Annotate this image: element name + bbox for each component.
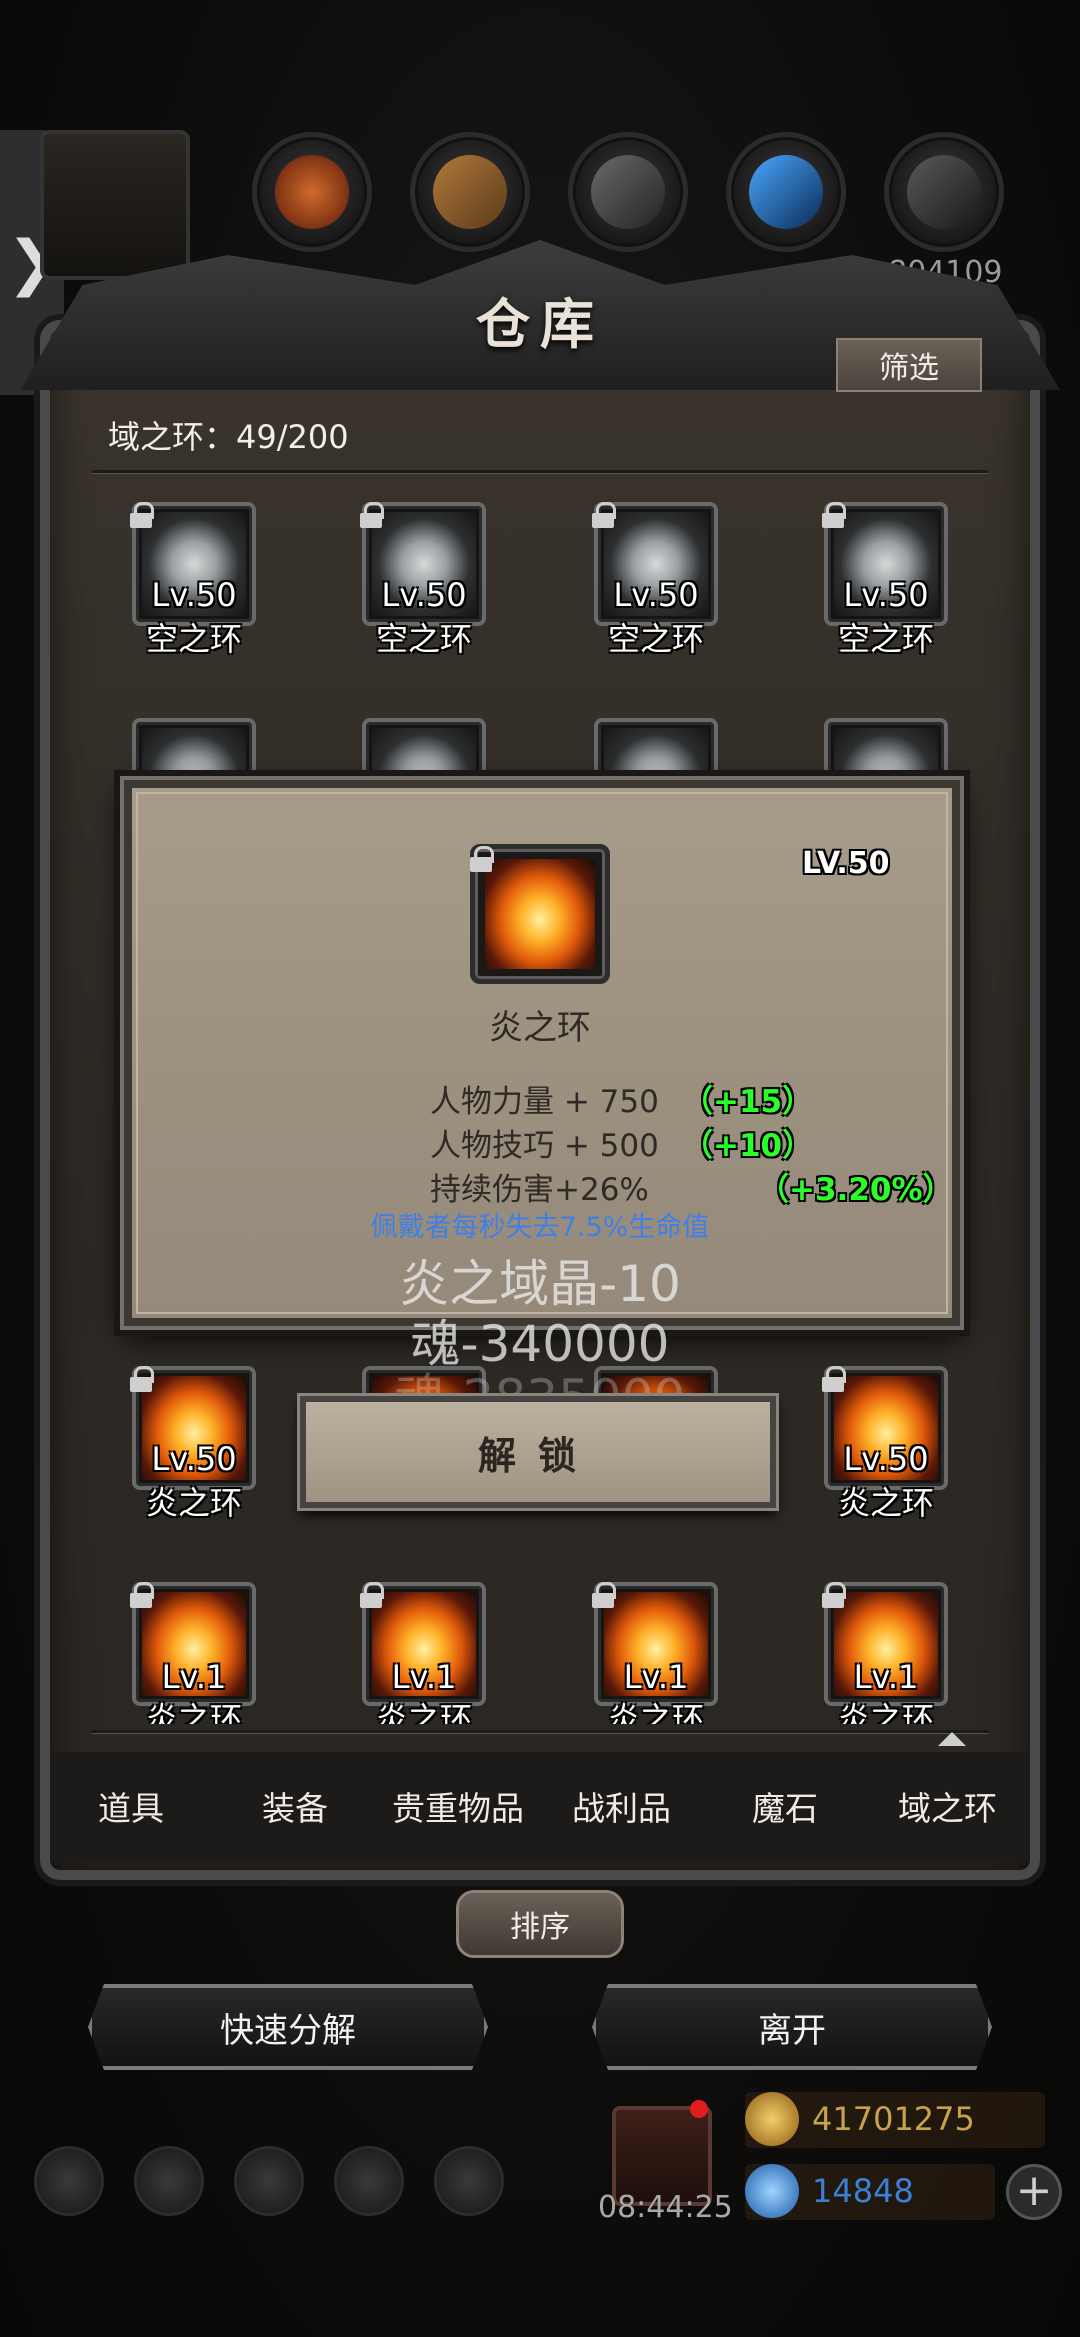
- stat-skill: 人物技巧 + 500: [430, 1128, 659, 1164]
- filter-button[interactable]: 筛选: [836, 338, 982, 392]
- gem-value: 14848: [812, 2172, 914, 2210]
- quick-decompose-button[interactable]: 快速分解: [88, 1984, 488, 2070]
- resource-iron-icon: [568, 132, 688, 252]
- sort-button[interactable]: 排序: [456, 1890, 624, 1958]
- category-tabs: [50, 1752, 1030, 1862]
- lock-icon: [592, 502, 616, 528]
- resource-orb-icon: [252, 132, 372, 252]
- settings-icon[interactable]: [34, 2146, 104, 2216]
- lock-icon: [130, 1582, 154, 1608]
- dialog-item-level: LV.50: [802, 846, 890, 881]
- item-level: Lv.50: [381, 576, 467, 614]
- tab-domain-ring[interactable]: 域之环: [898, 1782, 997, 1830]
- add-currency-button[interactable]: +: [1006, 2164, 1062, 2220]
- tab-equipment[interactable]: 装备: [262, 1782, 328, 1830]
- lock-icon: [592, 1582, 616, 1608]
- item-level: Lv.1: [161, 1658, 227, 1696]
- leave-button[interactable]: 离开: [592, 1984, 992, 2070]
- lock-icon: [360, 502, 384, 528]
- lock-icon: [822, 502, 846, 528]
- item-name: 炎之环: [145, 1700, 242, 1724]
- tab-valuables[interactable]: 贵重物品: [392, 1782, 524, 1830]
- item-name: 炎之环: [837, 1484, 934, 1522]
- dialog-item-name: 炎之环: [489, 1008, 591, 1048]
- item-level: Lv.50: [151, 1440, 237, 1478]
- resource-stone-icon: [884, 132, 1004, 252]
- item-name: 空之环: [375, 620, 472, 658]
- item-name: 空之环: [837, 620, 934, 658]
- mail-icon[interactable]: [334, 2146, 404, 2216]
- guild-icon[interactable]: [234, 2146, 304, 2216]
- resource-wood-icon: [410, 132, 530, 252]
- gem-icon: [745, 2164, 799, 2218]
- item-level: Lv.1: [853, 1658, 919, 1696]
- stat-dot-bonus: （+3.20%）: [758, 1172, 954, 1208]
- stat-strength: 人物力量 + 750: [430, 1084, 659, 1120]
- stat-strength-bonus: （+15）: [682, 1084, 814, 1120]
- tab-loot[interactable]: 战利品: [572, 1782, 671, 1830]
- gold-coin-icon: [745, 2092, 799, 2146]
- item-name: 炎之环: [837, 1700, 934, 1724]
- chevron-up-icon[interactable]: [938, 1732, 966, 1746]
- item-level: Lv.1: [623, 1658, 689, 1696]
- lock-icon: [130, 502, 154, 528]
- item-level: Lv.50: [843, 1440, 929, 1478]
- stat-skill-bonus: （+10）: [682, 1128, 814, 1164]
- menu-icon[interactable]: [134, 2146, 204, 2216]
- divider: [92, 1730, 988, 1733]
- item-name: 空之环: [607, 620, 704, 658]
- tab-magic-stone[interactable]: 魔石: [752, 1782, 818, 1830]
- item-level: Lv.50: [613, 576, 699, 614]
- player-avatar[interactable]: [40, 130, 190, 280]
- gold-value: 41701275: [812, 2100, 975, 2138]
- divider: [92, 470, 988, 473]
- resource-crystal-icon: [726, 132, 846, 252]
- ring-count: 域之环：49/200: [108, 418, 349, 456]
- lock-icon: [822, 1582, 846, 1608]
- item-name: 炎之环: [145, 1484, 242, 1522]
- gift-timer: 08:44:25: [598, 2190, 733, 2225]
- map-icon[interactable]: [434, 2146, 504, 2216]
- unlock-button[interactable]: 解锁: [300, 1396, 776, 1508]
- lock-icon: [470, 846, 494, 872]
- stat-dot-damage: 持续伤害+26%: [430, 1172, 649, 1208]
- item-description: 佩戴者每秒失去7.5%生命值: [370, 1212, 710, 1243]
- item-name: 空之环: [145, 620, 242, 658]
- item-name: 炎之环: [607, 1700, 704, 1724]
- item-level: Lv.1: [391, 1658, 457, 1696]
- lock-icon: [360, 1582, 384, 1608]
- item-level: Lv.50: [843, 576, 929, 614]
- notification-dot: [690, 2100, 708, 2118]
- item-level: Lv.50: [151, 576, 237, 614]
- item-name: 炎之环: [375, 1700, 472, 1724]
- tab-items[interactable]: 道具: [98, 1782, 164, 1830]
